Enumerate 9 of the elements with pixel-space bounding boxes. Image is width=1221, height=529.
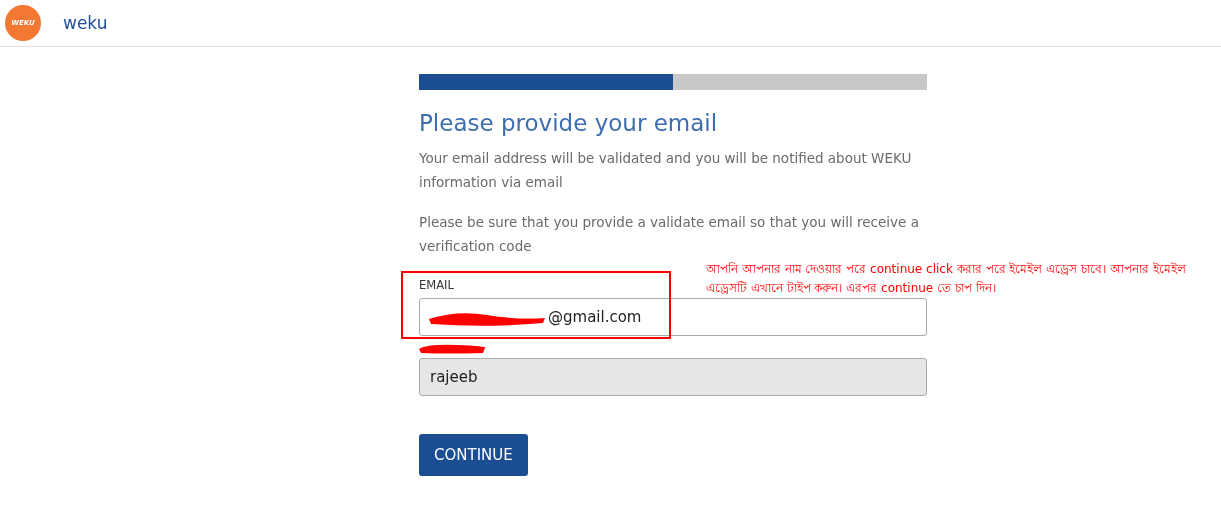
email-field[interactable]: @gmail.com: [419, 298, 927, 336]
site-name[interactable]: weku: [63, 13, 108, 33]
info-text: Your email address will be validated and you will be notified about WEKU information via email: [419, 149, 913, 192]
page-title: Please provide your email: [419, 110, 719, 136]
annotation-note: আপনি আপনার নাম দেওয়ার পরে continue click করার পরে ইমেইল এড্রেস চাবে। আপনার ইমেইল এড্রেসটি এখানে টাইপ করুন। এরপর continue তে চাপ দিন।: [706, 261, 1187, 297]
scribble-mark: [417, 344, 487, 354]
continue-button[interactable]: CONTINUE: [419, 434, 528, 476]
field-label: EMAIL: [419, 278, 454, 292]
info-text: Please be sure that you provide a validate email so that you will receive a verification code: [419, 213, 920, 256]
